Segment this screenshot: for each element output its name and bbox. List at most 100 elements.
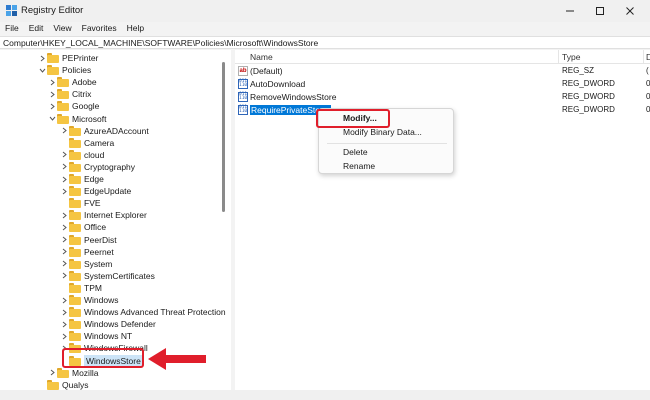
chevron-right-icon[interactable] <box>60 221 69 233</box>
chevron-right-icon[interactable] <box>60 294 69 306</box>
chevron-right-icon[interactable] <box>48 76 57 88</box>
menu-item-label: Delete <box>343 147 368 157</box>
tree-item-label: System <box>84 258 113 269</box>
key-tree-pane[interactable]: PEPrinter Policies Adobe Citrix Google Micros… <box>0 50 231 390</box>
close-button[interactable] <box>615 0 645 22</box>
tree-item-label: FVE <box>84 198 101 209</box>
tree-item[interactable]: Google <box>48 100 99 112</box>
tree-item-label: Microsoft <box>72 113 107 124</box>
menu-item-rename[interactable]: Rename <box>319 160 455 173</box>
tree-item[interactable]: Qualys <box>38 379 88 390</box>
chevron-right-icon[interactable] <box>60 161 69 173</box>
chevron-right-icon[interactable] <box>48 367 57 379</box>
folder-icon <box>69 319 81 330</box>
chevron-right-icon[interactable] <box>60 330 69 342</box>
value-row[interactable]: ab (Default) REG_SZ ( <box>235 65 650 78</box>
tree-item[interactable]: Mozilla <box>48 367 98 379</box>
chevron-right-icon[interactable] <box>38 52 47 64</box>
menu-view[interactable]: View <box>48 22 76 36</box>
menu-edit[interactable]: Edit <box>24 22 49 36</box>
tree-item-label: cloud <box>84 149 105 160</box>
tree-item[interactable]: Microsoft <box>48 113 106 125</box>
menu-help[interactable]: Help <box>122 22 149 36</box>
chevron-right-icon[interactable] <box>48 100 57 112</box>
tree-item-label: Windows Defender <box>84 319 156 330</box>
column-header-type[interactable]: Type <box>562 52 580 62</box>
folder-icon <box>69 125 81 136</box>
tree-item[interactable]: SystemCertificates <box>60 270 155 282</box>
tree-item[interactable]: Windows NT <box>60 330 132 342</box>
chevron-right-icon[interactable] <box>60 125 69 137</box>
tree-item[interactable]: System <box>60 258 112 270</box>
folder-icon <box>47 379 59 390</box>
tree-item[interactable]: Adobe <box>48 76 97 88</box>
tree-item[interactable]: Policies <box>38 64 91 76</box>
tree-item-label: Office <box>84 222 107 233</box>
address-bar[interactable]: Computer\HKEY_LOCAL_MACHINE\SOFTWARE\Pol… <box>0 36 650 49</box>
chevron-right-icon[interactable] <box>60 149 69 161</box>
menu-item-delete[interactable]: Delete <box>319 146 455 159</box>
tree-item[interactable]: Windows Defender <box>60 318 156 330</box>
value-type: REG_DWORD <box>562 79 615 88</box>
chevron-right-icon[interactable] <box>60 258 69 270</box>
menu-item-label: Modify Binary Data... <box>343 127 422 137</box>
menu-file[interactable]: File <box>0 22 24 36</box>
title-bar: Registry Editor <box>0 0 650 22</box>
chevron-down-icon[interactable] <box>48 113 57 125</box>
folder-icon <box>69 149 81 160</box>
chevron-right-icon[interactable] <box>60 173 69 185</box>
address-path: Computer\HKEY_LOCAL_MACHINE\SOFTWARE\Pol… <box>3 38 319 48</box>
column-divider[interactable] <box>643 50 644 64</box>
chevron-right-icon[interactable] <box>60 234 69 246</box>
chevron-right-icon[interactable] <box>60 185 69 197</box>
chevron-placeholder <box>60 282 69 294</box>
tree-item[interactable]: Edge <box>60 173 104 185</box>
chevron-right-icon[interactable] <box>60 306 69 318</box>
column-header-data[interactable]: D <box>646 52 650 62</box>
chevron-right-icon[interactable] <box>60 318 69 330</box>
tree-item[interactable]: Camera <box>60 137 114 149</box>
minimize-button[interactable] <box>555 0 585 22</box>
tree-item[interactable]: Windows Advanced Threat Protection <box>60 306 226 318</box>
chevron-down-icon[interactable] <box>38 64 47 76</box>
tree-item[interactable]: Peernet <box>60 246 114 258</box>
maximize-button[interactable] <box>585 0 615 22</box>
menu-separator <box>327 143 447 144</box>
annotation-arrow-icon <box>148 348 206 370</box>
tree-item-label: TPM <box>84 282 102 293</box>
tree-item[interactable]: Internet Explorer <box>60 209 147 221</box>
chevron-right-icon[interactable] <box>60 209 69 221</box>
tree-item-label: Qualys <box>62 379 89 390</box>
folder-icon <box>69 295 81 305</box>
value-type: REG_DWORD <box>562 105 615 114</box>
chevron-right-icon[interactable] <box>48 88 57 100</box>
folder-icon <box>47 53 59 63</box>
folder-icon <box>57 89 69 100</box>
menu-favorites[interactable]: Favorites <box>77 22 122 36</box>
values-list-pane[interactable]: Name Type D ab (Default) REG_SZ ( 011 110… <box>235 50 650 390</box>
tree-item[interactable]: PeerDist <box>60 234 117 246</box>
tree-item[interactable]: PEPrinter <box>38 52 98 64</box>
tree-item[interactable]: FVE <box>60 197 101 209</box>
tree-item[interactable]: Windows <box>60 294 118 306</box>
tree-scrollbar-thumb[interactable] <box>222 62 225 212</box>
column-header-name[interactable]: Name <box>250 52 273 62</box>
tree-item[interactable]: EdgeUpdate <box>60 185 131 197</box>
list-header: Name Type D <box>235 50 650 64</box>
dword-value-icon: 011 110 <box>238 105 248 115</box>
folder-icon <box>69 137 81 148</box>
value-row[interactable]: 011 110 RemoveWindowsStore REG_DWORD 0 <box>235 91 650 104</box>
chevron-right-icon[interactable] <box>60 246 69 258</box>
tree-item[interactable]: TPM <box>60 282 102 294</box>
dword-value-icon: 011 110 <box>238 92 248 102</box>
registry-editor-window: Registry Editor File Edit View Favorites… <box>0 0 650 400</box>
tree-item[interactable]: AzureADAccount <box>60 125 149 137</box>
chevron-right-icon[interactable] <box>60 270 69 282</box>
tree-item[interactable]: Cryptography <box>60 161 135 173</box>
value-data: 0 <box>646 79 650 88</box>
column-divider[interactable] <box>558 50 559 64</box>
tree-item[interactable]: Citrix <box>48 88 91 100</box>
value-row[interactable]: 011 110 AutoDownload REG_DWORD 0 <box>235 78 650 91</box>
tree-item[interactable]: Office <box>60 221 106 233</box>
tree-item[interactable]: cloud <box>60 149 104 161</box>
